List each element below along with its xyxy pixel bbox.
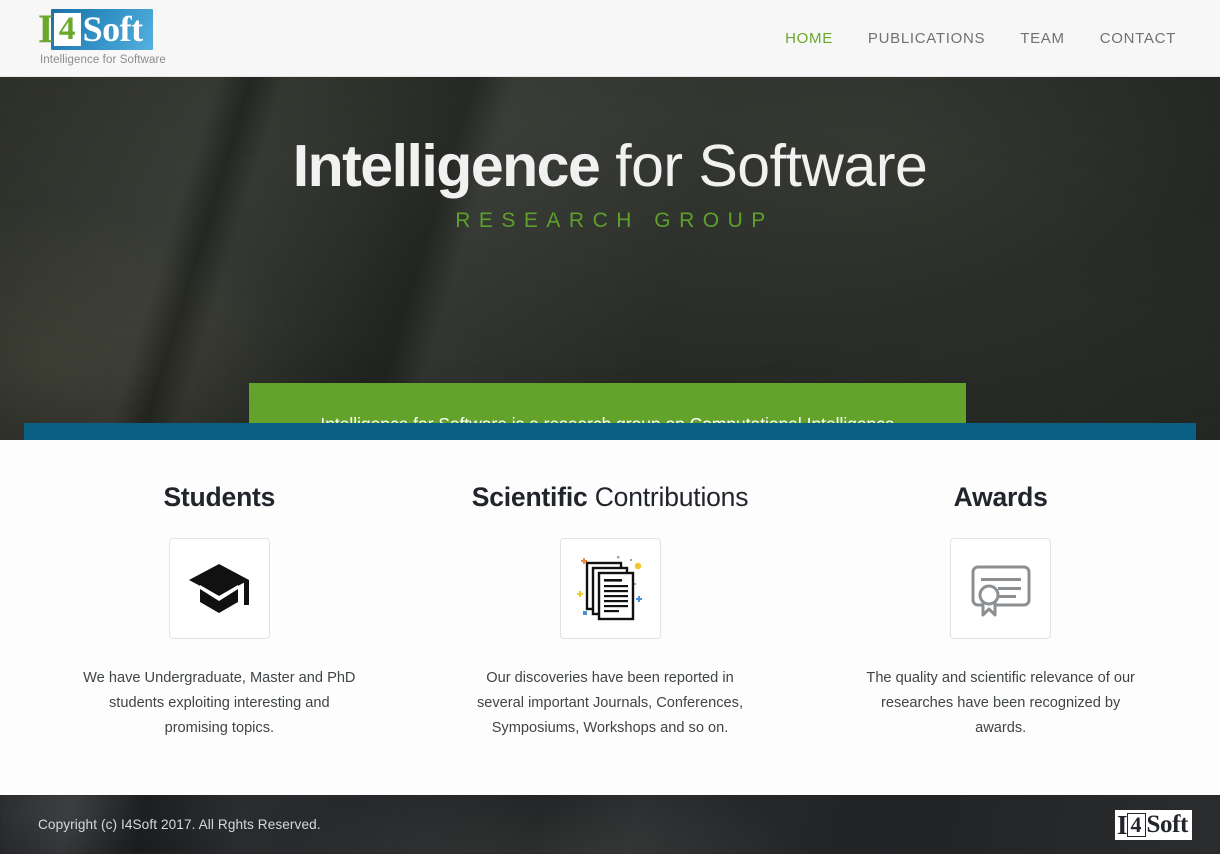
footer-logo-digit-4: 4 bbox=[1126, 812, 1146, 837]
nav-item-contact[interactable]: CONTACT bbox=[1098, 26, 1178, 51]
nav-item-publications[interactable]: PUBLICATIONS bbox=[866, 26, 987, 51]
logo-digit-4: 4 bbox=[53, 13, 81, 47]
footer-logo[interactable]: I 4 Soft bbox=[1115, 809, 1192, 840]
feature-contributions-title: Scientific Contributions bbox=[472, 482, 749, 513]
site-footer: Copyright (c) I4Soft 2017. All Rghts Res… bbox=[0, 795, 1220, 854]
features-section: Students We have Undergraduate, Master a… bbox=[0, 440, 1220, 795]
feature-scientific-contributions: Scientific Contributions Our discoveries… bbox=[415, 482, 806, 795]
logo-mark: I 4 Soft bbox=[38, 6, 153, 52]
feature-awards-text: The quality and scientific relevance of … bbox=[866, 670, 1135, 737]
logo-word-soft: Soft bbox=[82, 9, 144, 50]
hero-bottom-blue-bar bbox=[24, 423, 1196, 440]
footer-logo-word-soft: Soft bbox=[1146, 810, 1189, 838]
logo-blue-box: 4 Soft bbox=[50, 9, 153, 51]
footer-copyright: Copyright (c) I4Soft 2017. All Rghts Res… bbox=[38, 817, 321, 832]
main-navigation: HOME PUBLICATIONS TEAM CONTACT bbox=[783, 26, 1178, 51]
feature-contributions-text: Our discoveries have been reported in se… bbox=[476, 670, 744, 737]
hero-title-strong: Intelligence bbox=[292, 133, 601, 199]
footer-logo-letter-i: I bbox=[1117, 809, 1127, 840]
hero-section: Intelligence for Software RESEARCH GROUP… bbox=[0, 77, 1220, 440]
feature-awards-title: Awards bbox=[954, 482, 1048, 513]
feature-awards-icon-box bbox=[950, 538, 1052, 639]
page-root: I 4 Soft Intelligence for Software HOME … bbox=[0, 0, 1220, 854]
certificate-icon bbox=[966, 558, 1036, 620]
logo-letter-i: I bbox=[38, 6, 54, 52]
feature-students-title: Students bbox=[163, 482, 275, 513]
feature-awards: Awards The quality and scientific releva… bbox=[805, 482, 1196, 795]
logo-tagline: Intelligence for Software bbox=[40, 54, 166, 67]
site-header: I 4 Soft Intelligence for Software HOME … bbox=[0, 0, 1220, 77]
nav-item-home[interactable]: HOME bbox=[783, 26, 835, 51]
nav-item-team[interactable]: TEAM bbox=[1018, 26, 1066, 51]
hero-title: Intelligence for Software bbox=[292, 133, 928, 199]
feature-students: Students We have Undergraduate, Master a… bbox=[24, 482, 415, 795]
graduation-cap-icon bbox=[187, 561, 251, 617]
site-logo-link[interactable]: I 4 Soft Intelligence for Software bbox=[38, 9, 166, 67]
hero-subtitle: RESEARCH GROUP bbox=[455, 208, 774, 232]
feature-awards-title-strong: Awards bbox=[953, 482, 1048, 512]
feature-contributions-title-strong: Scientific bbox=[471, 482, 588, 512]
documents-stack-icon bbox=[572, 551, 648, 627]
feature-students-title-strong: Students bbox=[163, 482, 276, 512]
hero-title-light: for Software bbox=[599, 133, 928, 199]
feature-students-icon-box bbox=[168, 538, 270, 639]
feature-students-text: We have Undergraduate, Master and PhD st… bbox=[83, 670, 356, 737]
feature-contributions-title-light: Contributions bbox=[587, 482, 749, 512]
feature-contributions-icon-box bbox=[559, 538, 661, 639]
